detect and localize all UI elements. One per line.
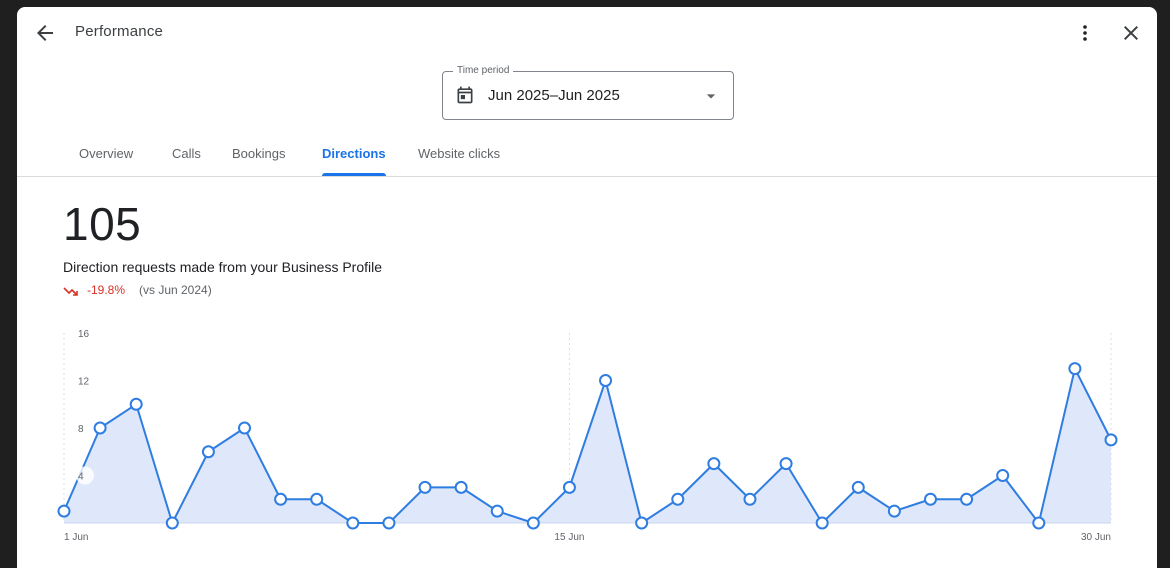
chart-point[interactable] bbox=[93, 421, 107, 435]
chart-point[interactable] bbox=[274, 492, 288, 506]
chart-point[interactable] bbox=[562, 480, 576, 494]
chart-point[interactable] bbox=[1104, 433, 1118, 447]
x-tick-label: 1 Jun bbox=[64, 532, 88, 543]
chart-point[interactable] bbox=[57, 504, 71, 518]
chart-point[interactable] bbox=[707, 457, 721, 471]
directions-chart: 16 12 8 4 1 Jun 15 Jun 30 Jun bbox=[57, 329, 1118, 543]
chart-point[interactable] bbox=[887, 504, 901, 518]
y-tick-label: 8 bbox=[78, 424, 84, 435]
chart-point[interactable] bbox=[671, 492, 685, 506]
chart-point[interactable] bbox=[238, 421, 252, 435]
chart-point[interactable] bbox=[815, 516, 829, 530]
x-tick-label: 30 Jun bbox=[1081, 532, 1111, 543]
chart-point[interactable] bbox=[1032, 516, 1046, 530]
chart-point[interactable] bbox=[129, 397, 143, 411]
y-tick-label: 16 bbox=[78, 329, 90, 340]
chart-point[interactable] bbox=[526, 516, 540, 530]
chart-point[interactable] bbox=[454, 480, 468, 494]
y-tick-label: 4 bbox=[78, 472, 84, 483]
chart-point[interactable] bbox=[851, 480, 865, 494]
chart-point[interactable] bbox=[1068, 362, 1082, 376]
chart-point[interactable] bbox=[165, 516, 179, 530]
chart-point[interactable] bbox=[310, 492, 324, 506]
chart-point[interactable] bbox=[346, 516, 360, 530]
chart-point[interactable] bbox=[743, 492, 757, 506]
chart-point[interactable] bbox=[635, 516, 649, 530]
chart-point[interactable] bbox=[418, 480, 432, 494]
performance-dialog: Performance Time period Jun 2025–Jun 202… bbox=[17, 7, 1157, 568]
chart-point[interactable] bbox=[201, 445, 215, 459]
chart-point[interactable] bbox=[960, 492, 974, 506]
x-tick-label: 15 Jun bbox=[554, 532, 584, 543]
y-tick-label: 12 bbox=[78, 377, 90, 388]
chart-point[interactable] bbox=[996, 469, 1010, 482]
chart-point[interactable] bbox=[490, 504, 504, 518]
chart-point[interactable] bbox=[599, 374, 613, 387]
chart-point[interactable] bbox=[779, 457, 793, 471]
chart-point[interactable] bbox=[382, 516, 396, 530]
chart-point[interactable] bbox=[923, 492, 937, 506]
